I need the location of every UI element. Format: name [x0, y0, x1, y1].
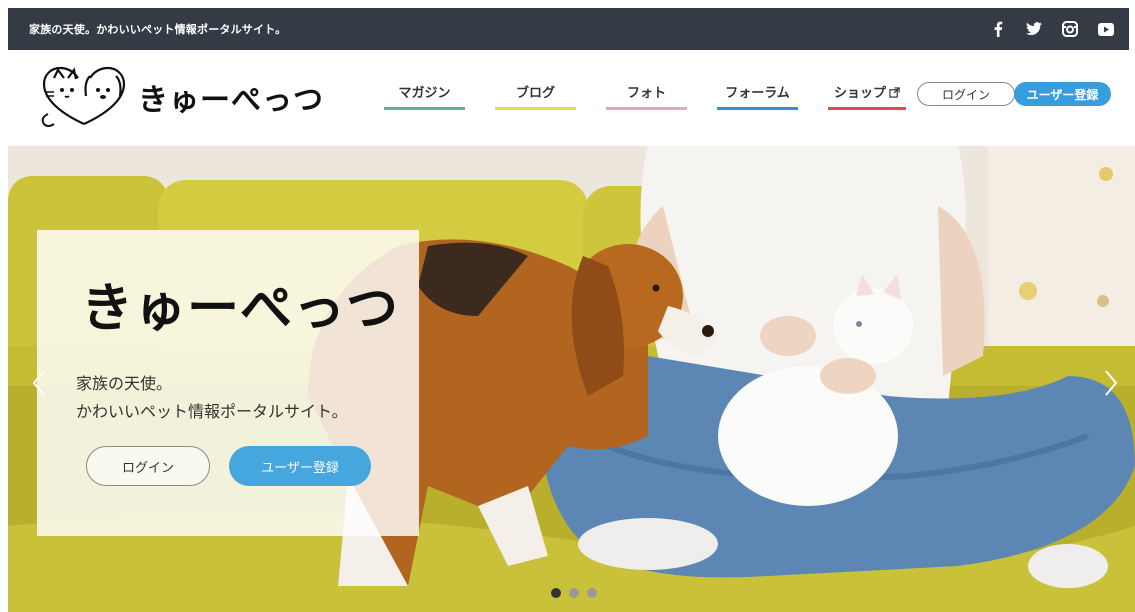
nav-label: ショップ [833, 86, 886, 101]
nav-label: フォト [626, 86, 666, 101]
youtube-icon[interactable] [1097, 20, 1115, 38]
social-links [989, 20, 1115, 38]
hero-slider: きゅーぺっつ 家族の天使。 かわいいペット情報ポータルサイト。 ログイン ユーザ… [8, 146, 1135, 612]
nav-item-photo[interactable]: フォト [606, 82, 687, 110]
slider-dot-1[interactable] [551, 588, 561, 598]
logo-wordmark: きゅーぺっつ [138, 83, 324, 118]
site-header: きゅーぺっつ マガジン ブログ フォト フォーラム ショップ ログイン ユーザー… [8, 50, 1129, 144]
cat-dog-heart-logo-icon [41, 66, 126, 127]
hero-overlay-panel: きゅーぺっつ 家族の天使。 かわいいペット情報ポータルサイト。 ログイン ユーザ… [37, 230, 419, 536]
external-link-icon [889, 87, 900, 98]
slider-next-arrow-icon[interactable] [1102, 368, 1120, 398]
nav-item-magazine[interactable]: マガジン [384, 82, 465, 110]
hero-tagline-line1: 家族の天使。 [76, 374, 173, 393]
slider-prev-arrow-icon[interactable] [30, 368, 48, 398]
nav-item-blog[interactable]: ブログ [495, 82, 576, 110]
nav-label: ブログ [515, 86, 555, 101]
slider-dot-3[interactable] [587, 588, 597, 598]
nav-item-shop[interactable]: ショップ [828, 82, 906, 110]
slider-pagination [551, 588, 597, 598]
site-logo[interactable]: きゅーぺっつ [38, 64, 324, 130]
main-nav: マガジン ブログ フォト フォーラム ショップ [384, 82, 906, 110]
slider-dot-2[interactable] [569, 588, 579, 598]
header-login-button[interactable]: ログイン [917, 82, 1015, 106]
hero-tagline-line2: かわいいペット情報ポータルサイト。 [76, 402, 348, 421]
facebook-icon[interactable] [989, 20, 1007, 38]
nav-item-forum[interactable]: フォーラム [717, 82, 798, 110]
top-bar: 家族の天使。かわいいペット情報ポータルサイト。 [8, 8, 1129, 50]
nav-label: フォーラム [725, 86, 790, 101]
nav-label: マガジン [398, 86, 451, 101]
twitter-icon[interactable] [1025, 20, 1043, 38]
hero-register-button[interactable]: ユーザー登録 [229, 446, 371, 486]
site-tagline: 家族の天使。かわいいペット情報ポータルサイト。 [29, 23, 287, 36]
hero-title: きゅーぺっつ [81, 279, 400, 339]
instagram-icon[interactable] [1061, 20, 1079, 38]
hero-login-button[interactable]: ログイン [86, 446, 210, 486]
header-register-button[interactable]: ユーザー登録 [1014, 82, 1111, 106]
